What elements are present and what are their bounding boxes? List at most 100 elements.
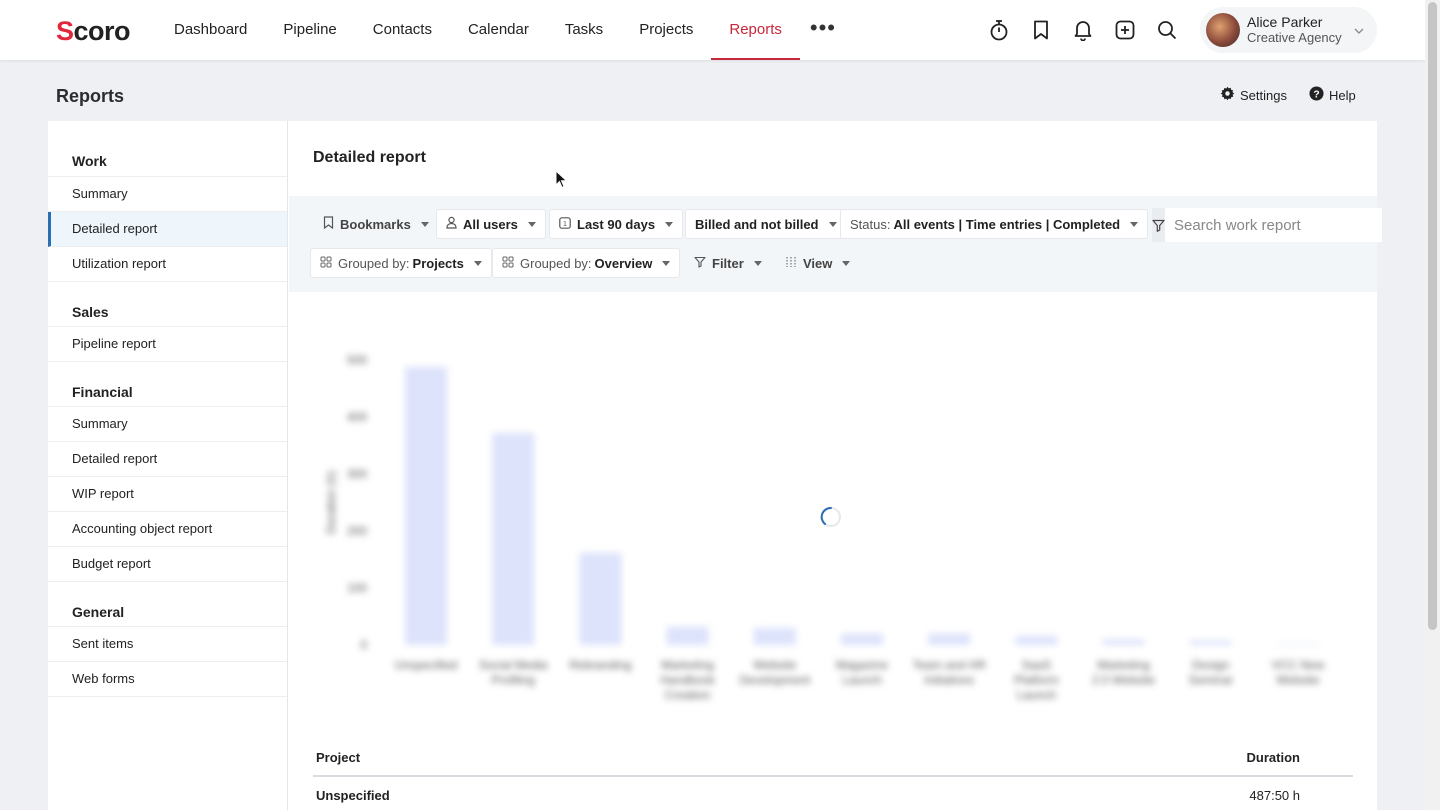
nav-dashboard[interactable]: Dashboard <box>156 0 265 60</box>
caret-down-icon <box>842 260 851 266</box>
nav-more-button[interactable]: ••• <box>800 0 846 60</box>
top-navigation-bar: Scoro Dashboard Pipeline Contacts Calend… <box>0 0 1425 60</box>
loading-spinner-icon <box>820 506 841 527</box>
page-scrollbar[interactable] <box>1425 0 1440 810</box>
sidebar-item-financial-summary[interactable]: Summary <box>48 407 287 442</box>
period-dropdown[interactable]: 1 Last 90 days <box>549 209 684 239</box>
search-input[interactable] <box>1165 208 1382 242</box>
sidebar-section-general: General <box>48 582 287 627</box>
nav-calendar[interactable]: Calendar <box>450 0 547 60</box>
table-row[interactable]: Unspecified 487:50 h <box>313 781 1353 810</box>
svg-text:?: ? <box>1313 89 1319 100</box>
chart-bar <box>841 633 883 645</box>
sidebar-item-wip-report[interactable]: WIP report <box>48 477 287 512</box>
caret-down-icon <box>662 260 671 266</box>
group-overview-dropdown[interactable]: Grouped by: Overview <box>492 248 681 278</box>
nav-tasks[interactable]: Tasks <box>547 0 621 60</box>
help-link[interactable]: ? Help <box>1309 86 1356 104</box>
sidebar-item-budget-report[interactable]: Budget report <box>48 547 287 582</box>
x-tick-label: Launch <box>842 673 881 687</box>
column-header-project[interactable]: Project <box>316 750 360 765</box>
x-tick-label: Website <box>753 658 796 672</box>
chevron-down-icon <box>1353 23 1365 41</box>
x-tick-label: Magazine <box>836 658 888 672</box>
y-tick-label: 100 <box>347 581 367 595</box>
view-dropdown[interactable]: View <box>775 248 860 278</box>
calendar-icon: 1 <box>559 216 571 232</box>
user-icon <box>446 216 457 232</box>
sidebar-item-accounting-object-report[interactable]: Accounting object report <box>48 512 287 547</box>
status-dropdown[interactable]: Status: All events | Time entries | Comp… <box>840 209 1149 239</box>
report-title: Detailed report <box>313 149 426 166</box>
settings-link[interactable]: Settings <box>1220 86 1287 104</box>
filter-bar: Bookmarks All users 1 Last 90 days Bille… <box>289 196 1382 292</box>
x-tick-label: Team and HR <box>913 658 987 672</box>
chart-bar <box>579 552 622 645</box>
y-tick-label: 200 <box>347 524 367 538</box>
sidebar-item-detailed-report[interactable]: Detailed report <box>48 212 287 247</box>
group-projects-dropdown[interactable]: Grouped by: Projects <box>310 248 492 278</box>
users-label: All users <box>463 216 518 232</box>
billing-dropdown[interactable]: Billed and not billed <box>685 209 847 239</box>
help-label: Help <box>1328 87 1356 103</box>
funnel-icon <box>694 256 706 271</box>
page-title: Reports <box>56 86 125 106</box>
search-icon[interactable] <box>1154 17 1180 43</box>
caret-down-icon <box>473 260 482 266</box>
column-header-duration[interactable]: Duration <box>1247 750 1300 765</box>
report-card: Work Summary Detailed report Utilization… <box>48 121 1382 810</box>
filter-funnel-button[interactable] <box>1152 208 1165 242</box>
x-tick-label: SaaS <box>1022 658 1051 672</box>
nav-contacts[interactable]: Contacts <box>355 0 450 60</box>
chart-bar <box>405 366 447 645</box>
chart-bar <box>1015 635 1058 645</box>
group1-prefix: Grouped by: <box>338 255 410 271</box>
user-menu[interactable]: Alice Parker Creative Agency <box>1200 7 1377 53</box>
sidebar-item-pipeline-report[interactable]: Pipeline report <box>48 327 287 362</box>
sidebar-item-work-summary[interactable]: Summary <box>48 177 287 212</box>
user-name: Alice Parker <box>1247 14 1323 30</box>
bell-icon[interactable] <box>1070 17 1096 43</box>
x-tick-label: Marketing <box>1097 658 1150 672</box>
sidebar-item-sent-items[interactable]: Sent items <box>48 627 287 662</box>
search-box <box>1152 208 1382 242</box>
chart-bar <box>753 627 796 645</box>
sidebar-item-web-forms[interactable]: Web forms <box>48 662 287 697</box>
caret-down-icon <box>420 221 429 227</box>
group2-value: Overview <box>594 255 653 271</box>
user-org: Creative Agency <box>1247 30 1342 45</box>
x-tick-label: Rebranding <box>569 658 631 672</box>
caret-down-icon <box>527 221 536 227</box>
avatar <box>1206 13 1240 47</box>
x-tick-label: 2.0 Website <box>1092 673 1155 687</box>
period-label: Last 90 days <box>577 216 656 232</box>
x-tick-label: Seminar <box>1188 673 1233 687</box>
timer-icon[interactable] <box>986 17 1012 43</box>
add-icon[interactable] <box>1112 17 1138 43</box>
users-dropdown[interactable]: All users <box>436 209 546 239</box>
bookmarks-label: Bookmarks <box>340 216 411 232</box>
chart-bar <box>1277 643 1319 645</box>
bookmark-icon[interactable] <box>1028 17 1054 43</box>
filter-dropdown[interactable]: Filter <box>684 248 772 278</box>
columns-icon <box>785 256 797 271</box>
help-icon: ? <box>1309 86 1324 104</box>
sidebar-item-financial-detailed-report[interactable]: Detailed report <box>48 442 287 477</box>
x-tick-label: Creation <box>665 688 710 702</box>
x-tick-label: Launch <box>1017 688 1056 702</box>
scoro-logo[interactable]: Scoro <box>56 16 131 47</box>
nav-reports[interactable]: Reports <box>711 0 800 60</box>
x-tick-label: Website <box>1276 673 1319 687</box>
scrollbar-thumb[interactable] <box>1428 2 1437 630</box>
sidebar-item-utilization-report[interactable]: Utilization report <box>48 247 287 282</box>
sidebar-section-financial: Financial <box>48 362 287 407</box>
svg-text:1: 1 <box>563 221 567 228</box>
group1-value: Projects <box>412 255 464 271</box>
nav-projects[interactable]: Projects <box>621 0 711 60</box>
bookmarks-dropdown[interactable]: Bookmarks <box>313 209 439 239</box>
y-tick-label: 500 <box>347 353 367 367</box>
nav-pipeline[interactable]: Pipeline <box>265 0 354 60</box>
caret-down-icon <box>1130 221 1139 227</box>
settings-label: Settings <box>1240 87 1287 103</box>
group-icon <box>320 256 332 271</box>
